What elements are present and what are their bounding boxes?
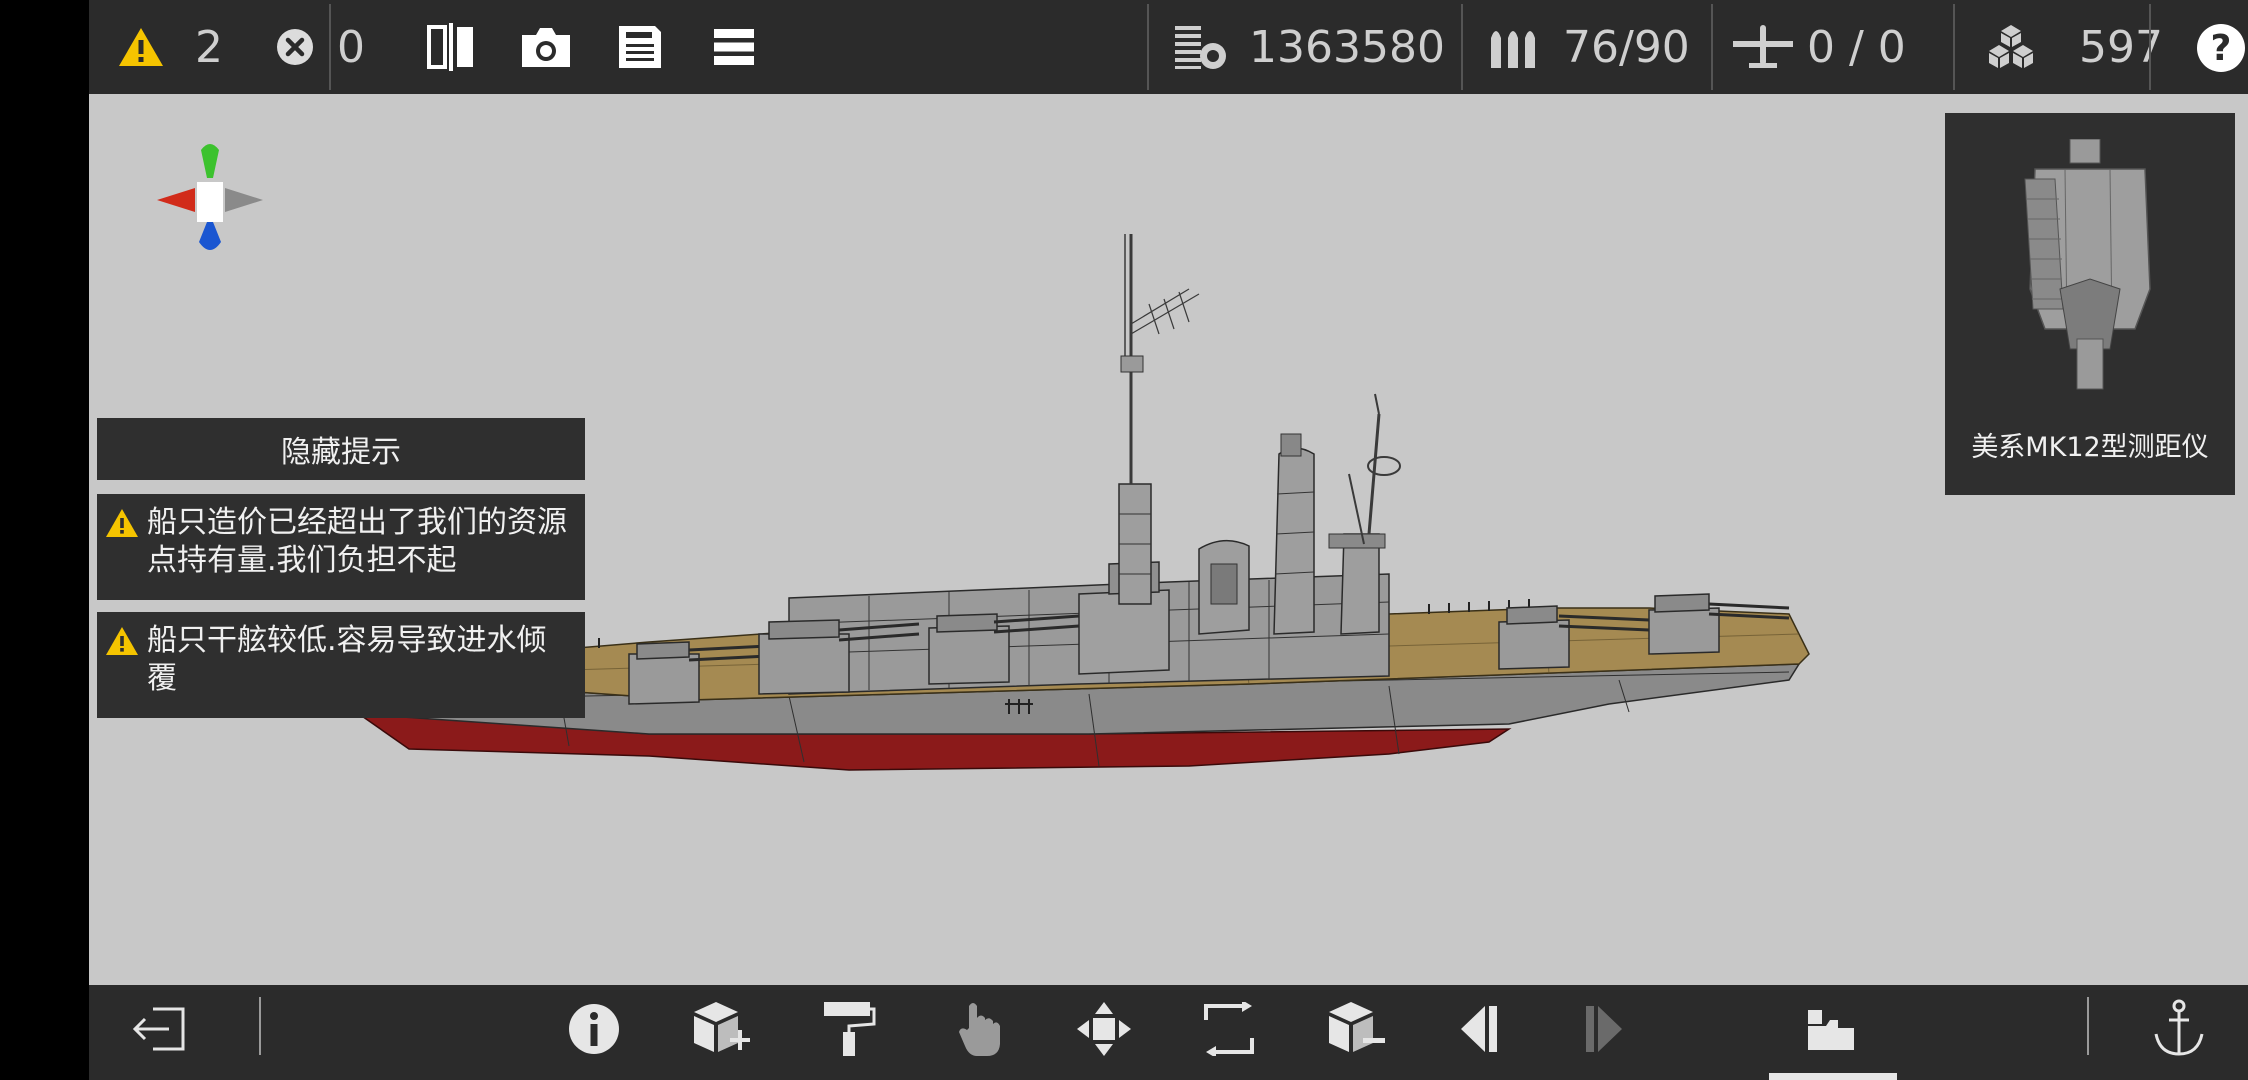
error-icon — [277, 29, 313, 65]
rotate-button[interactable] — [1199, 999, 1259, 1059]
menu-button[interactable] — [709, 22, 759, 72]
tip-text: 船只干舷较低.容易导致进水倾覆 — [147, 623, 547, 696]
divider — [259, 997, 261, 1055]
ammo-icon — [1491, 31, 1535, 68]
parts-button[interactable] — [1799, 999, 1863, 1059]
remove-block-button[interactable] — [1324, 999, 1388, 1059]
hide-tips-label: 隐藏提示 — [281, 435, 401, 470]
save-icon — [619, 26, 661, 68]
divider — [1461, 4, 1463, 90]
ship-viewport[interactable]: 隐藏提示 船只造价已经超出了我们的资源点持有量.我们负担不起 船只干舷较低.容易… — [89, 94, 2248, 985]
part-preview — [2024, 139, 2151, 390]
tip-cost-exceeded: 船只造价已经超出了我们的资源点持有量.我们负担不起 — [97, 494, 585, 600]
anchor-icon — [2154, 999, 2204, 1056]
warnings-count: 2 — [195, 21, 223, 73]
hand-icon — [959, 1003, 1000, 1056]
prev-icon — [1461, 1006, 1497, 1052]
bottom-toolbar — [89, 985, 2248, 1080]
tip-text: 船只造价已经超出了我们的资源点持有量.我们负担不起 — [147, 505, 567, 578]
divider — [1147, 4, 1149, 90]
help-button[interactable]: ? — [2197, 24, 2245, 72]
help-icon: ? — [2210, 27, 2232, 69]
rotate-icon — [1204, 1002, 1254, 1056]
active-tool-indicator — [1769, 1073, 1897, 1080]
aircraft-value: 0 / 0 — [1807, 21, 1906, 73]
hide-tips-button[interactable]: 隐藏提示 — [97, 418, 585, 480]
paint-button[interactable] — [819, 999, 879, 1059]
aircraft-indicator: 0 / 0 — [1731, 0, 1906, 94]
next-button[interactable] — [1574, 999, 1634, 1059]
next-icon — [1586, 1006, 1622, 1052]
camera-icon — [522, 28, 570, 67]
divider — [1953, 4, 1955, 90]
parts-icon — [1808, 1010, 1854, 1050]
add-block-button[interactable] — [689, 999, 753, 1059]
resource-icon — [1989, 25, 2033, 68]
aircraft-icon — [1733, 25, 1793, 68]
top-toolbar: 2 0 1363580 76/90 0 / 0 597 ? — [89, 0, 2248, 94]
errors-count: 0 — [337, 21, 365, 73]
cost-icon — [1175, 26, 1226, 69]
warning-icon — [106, 627, 138, 655]
tip-low-freeboard: 船只干舷较低.容易导致进水倾覆 — [97, 612, 585, 718]
save-button[interactable] — [615, 22, 665, 72]
resource-indicator: 597 — [1983, 0, 2163, 94]
divider — [2087, 997, 2089, 1055]
divider — [2149, 4, 2151, 90]
info-button[interactable] — [564, 999, 624, 1059]
move-icon — [1077, 1002, 1131, 1056]
remove-block-icon — [1329, 1002, 1385, 1052]
select-button[interactable] — [949, 999, 1009, 1059]
paint-roller-icon — [824, 1002, 876, 1056]
move-button[interactable] — [1074, 999, 1134, 1059]
warnings-indicator[interactable]: 2 — [117, 0, 223, 94]
selected-part-panel[interactable]: 美系MK12型测距仪 — [1945, 113, 2235, 495]
exit-button[interactable] — [129, 1001, 189, 1057]
warning-icon — [106, 509, 138, 537]
cost-indicator: 1363580 — [1173, 0, 1445, 94]
warning-icon — [119, 28, 163, 66]
previous-button[interactable] — [1449, 999, 1509, 1059]
divider — [329, 4, 331, 90]
screenshot-button[interactable] — [519, 22, 573, 72]
selected-part-name: 美系MK12型测距仪 — [1971, 432, 2209, 463]
symmetry-icon — [427, 23, 473, 71]
cost-value: 1363580 — [1249, 21, 1445, 73]
add-block-icon — [694, 1002, 750, 1052]
errors-indicator[interactable]: 0 — [275, 0, 365, 94]
ammo-value: 76/90 — [1563, 21, 1690, 73]
ammo-indicator: 76/90 — [1489, 0, 1690, 94]
symmetry-button[interactable] — [424, 22, 478, 72]
divider — [1711, 4, 1713, 90]
anchor-button[interactable] — [2149, 997, 2209, 1059]
menu-icon — [714, 29, 754, 65]
info-icon — [569, 1004, 619, 1054]
exit-icon — [132, 1007, 185, 1051]
